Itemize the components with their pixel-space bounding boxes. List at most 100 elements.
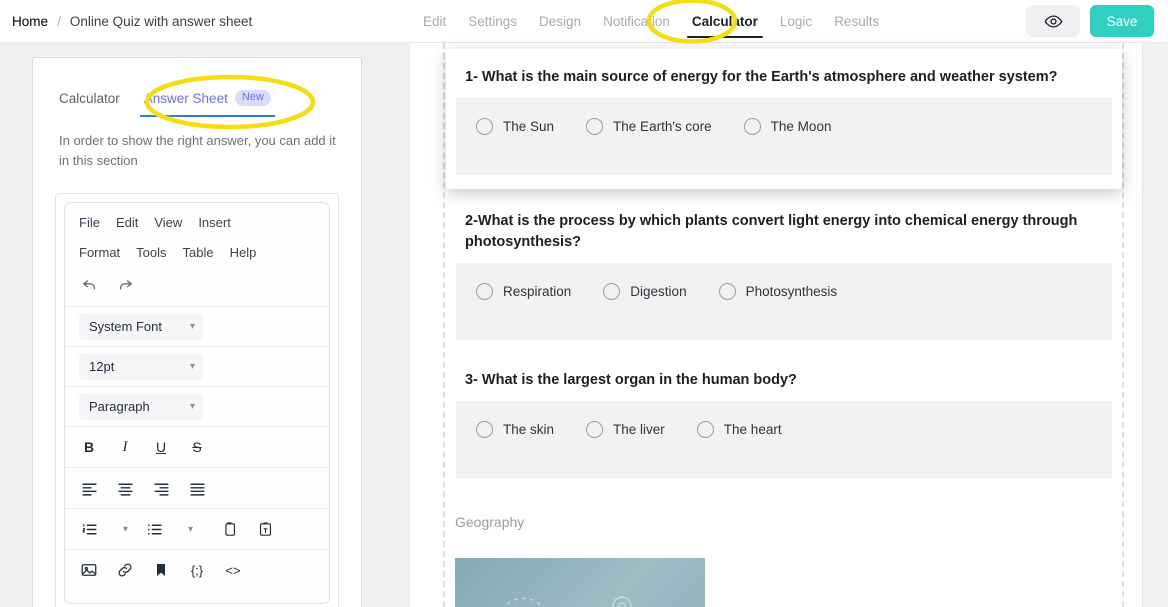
radio-icon[interactable]	[586, 118, 604, 136]
radio-icon[interactable]	[718, 283, 736, 301]
anchor-icon[interactable]	[151, 560, 171, 580]
breadcrumb-separator: /	[57, 13, 61, 29]
align-center-icon[interactable]	[115, 478, 135, 498]
menu-tools[interactable]: Tools	[136, 245, 166, 260]
redo-icon[interactable]	[115, 274, 135, 294]
tab-settings[interactable]: Settings	[457, 0, 528, 43]
bullet-list-icon[interactable]	[144, 519, 164, 539]
radio-icon[interactable]	[696, 421, 714, 439]
menu-help[interactable]: Help	[230, 245, 257, 260]
font-family-select[interactable]: System Font ▾	[79, 313, 203, 341]
question-card-1[interactable]: 1- What is the main source of energy for…	[446, 49, 1122, 190]
question-options: Respiration Digestion Photosynthesis	[456, 263, 1112, 341]
option-item[interactable]: The liver	[586, 421, 665, 439]
option-item[interactable]: Digestion	[603, 283, 687, 301]
block-format-select[interactable]: Paragraph ▾	[79, 393, 203, 421]
merge-tag-icon[interactable]: {;}	[187, 560, 207, 580]
tab-logic[interactable]: Logic	[769, 0, 823, 43]
question-options: The skin The liver The heart	[456, 401, 1112, 479]
tab-calculator[interactable]: Calculator	[681, 0, 769, 43]
tab-edit[interactable]: Edit	[412, 0, 457, 43]
page-body: Calculator Answer Sheet New In order to …	[0, 43, 1168, 607]
panel-tab-answer-sheet[interactable]: Answer Sheet New	[139, 90, 275, 117]
align-right-icon[interactable]	[151, 478, 171, 498]
numbered-list-icon[interactable]	[79, 519, 99, 539]
tab-results[interactable]: Results	[823, 0, 890, 43]
option-item[interactable]: The Moon	[743, 118, 831, 136]
option-label: The skin	[503, 422, 555, 438]
option-label: Photosynthesis	[745, 284, 838, 300]
option-item[interactable]: The Earth's core	[586, 118, 712, 136]
bold-icon[interactable]: B	[79, 437, 99, 457]
panel-tab-calculator-label: Calculator	[59, 90, 120, 106]
main-nav-tabs: Edit Settings Design Notification Calcul…	[412, 0, 890, 43]
radio-icon[interactable]	[586, 421, 604, 439]
tab-design[interactable]: Design	[528, 0, 592, 43]
radio-icon[interactable]	[743, 118, 761, 136]
menu-file[interactable]: File	[79, 215, 100, 230]
chevron-down-icon: ▾	[189, 361, 195, 373]
panel-tabs: Calculator Answer Sheet New	[33, 58, 361, 117]
align-left-icon[interactable]	[79, 478, 99, 498]
toolbar-history	[65, 260, 329, 308]
radio-icon[interactable]	[476, 283, 493, 301]
rich-text-editor[interactable]: File Edit View Insert Format Tools Table…	[64, 202, 330, 605]
font-size-row: 12pt ▾	[65, 347, 329, 388]
option-label: The liver	[613, 422, 665, 438]
preview-button[interactable]	[1026, 5, 1080, 37]
undo-icon[interactable]	[79, 274, 99, 294]
editor-menubar-row-2: Format Tools Table Help	[65, 230, 329, 260]
eye-icon	[1043, 14, 1063, 28]
form-canvas: 1- What is the main source of energy for…	[410, 43, 1168, 607]
option-item[interactable]: Photosynthesis	[718, 283, 838, 301]
chevron-down-icon[interactable]: ▾	[123, 524, 128, 535]
breadcrumb-home-link[interactable]: Home	[12, 14, 48, 29]
toolbar-text-style: B I U S	[65, 427, 329, 469]
copy-icon[interactable]	[219, 519, 239, 539]
new-badge: New	[234, 90, 271, 106]
source-code-icon[interactable]: <>	[223, 560, 243, 580]
option-item[interactable]: The Sun	[476, 118, 554, 136]
canvas-edge-strip	[1142, 43, 1168, 607]
radio-icon[interactable]	[476, 118, 493, 136]
panel-tab-answer-sheet-label: Answer Sheet	[143, 90, 228, 106]
save-button[interactable]: Save	[1090, 5, 1154, 37]
option-label: The Earth's core	[613, 119, 712, 135]
panel-tab-calculator[interactable]: Calculator	[59, 91, 120, 117]
menu-view[interactable]: View	[154, 215, 182, 230]
editor-container: File Edit View Insert Format Tools Table…	[55, 193, 339, 607]
toolbar-alignment	[65, 468, 329, 510]
geography-image	[455, 558, 705, 607]
question-text: 3- What is the largest organ in the huma…	[465, 372, 797, 389]
menu-table[interactable]: Table	[183, 245, 214, 260]
font-family-value: System Font	[89, 319, 162, 335]
radio-icon[interactable]	[603, 283, 621, 301]
align-justify-icon[interactable]	[187, 478, 207, 498]
font-size-select[interactable]: 12pt ▾	[79, 353, 203, 381]
question-card-3[interactable]: 3- What is the largest organ in the huma…	[446, 362, 1122, 488]
radio-icon[interactable]	[476, 421, 493, 439]
question-card-2[interactable]: 2-What is the process by which plants co…	[446, 203, 1122, 350]
paste-text-icon[interactable]	[255, 519, 275, 539]
option-item[interactable]: The skin	[476, 421, 555, 439]
question-list: 1- What is the main source of energy for…	[446, 43, 1122, 607]
menu-format[interactable]: Format	[79, 245, 120, 260]
image-icon[interactable]	[79, 560, 99, 580]
menu-insert[interactable]: Insert	[198, 215, 231, 230]
option-item[interactable]: The heart	[696, 421, 782, 439]
breadcrumb-current-title: Online Quiz with answer sheet	[69, 13, 253, 29]
breadcrumb: Home / Online Quiz with answer sheet	[12, 13, 252, 29]
chevron-down-icon: ▾	[189, 401, 195, 413]
option-label: Digestion	[630, 284, 687, 300]
italic-icon[interactable]: I	[115, 437, 135, 457]
tab-notification[interactable]: Notification	[592, 0, 681, 43]
underline-icon[interactable]: U	[151, 437, 171, 457]
option-item[interactable]: Respiration	[476, 283, 571, 301]
question-text: 1- What is the main source of energy for…	[465, 69, 1058, 85]
chevron-down-icon: ▾	[189, 321, 195, 333]
menu-edit[interactable]: Edit	[116, 215, 138, 230]
strikethrough-icon[interactable]: S	[187, 437, 207, 457]
travel-illustration-icon	[506, 596, 632, 607]
chevron-down-icon[interactable]: ▾	[188, 524, 193, 535]
link-icon[interactable]	[115, 560, 135, 580]
